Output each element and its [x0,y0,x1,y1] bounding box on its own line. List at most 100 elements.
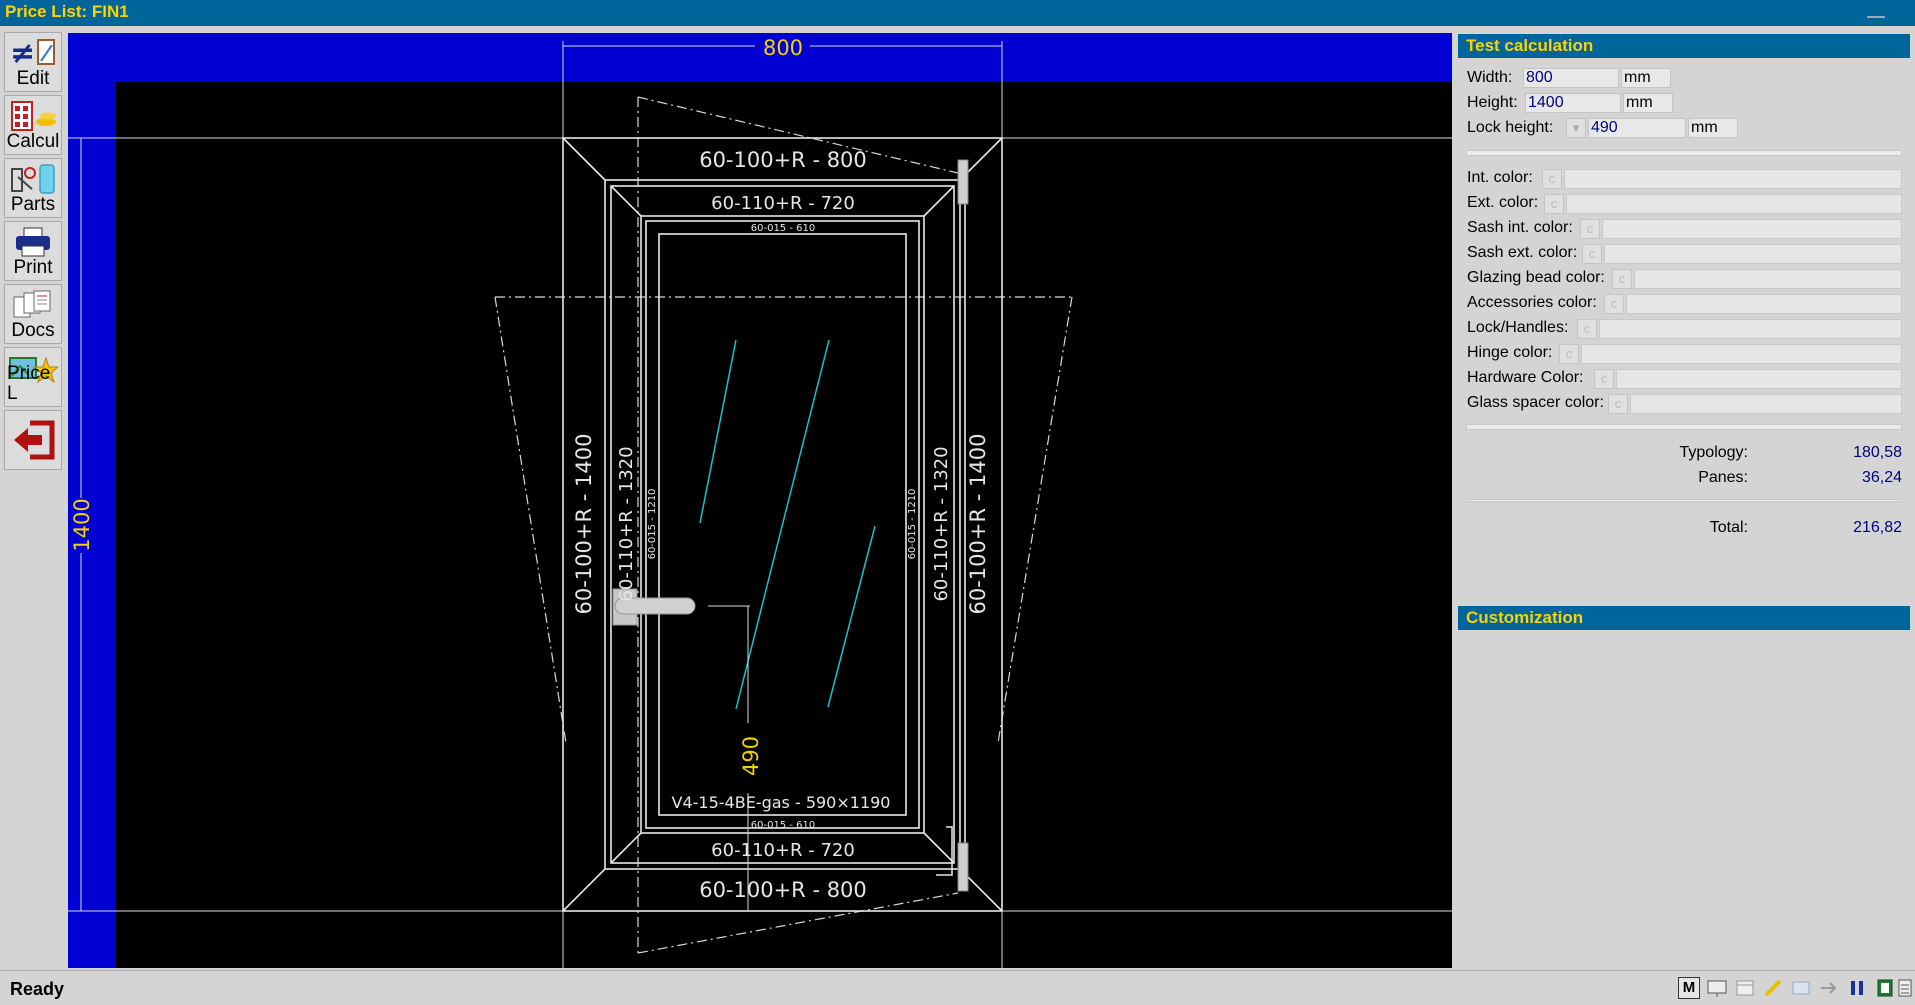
ext-color-field[interactable] [1566,194,1902,214]
parts-button[interactable]: Parts [4,158,62,218]
calculator-small-icon[interactable] [1896,977,1915,999]
customization-panel: Customization [1458,606,1910,962]
sash-int-color-label: Sash int. color: [1467,219,1573,236]
window-drawing: 800 1400 490 60-100+R - 800 60-100+R - 8… [68,36,1452,968]
test-calculation-panel: Test calculation Width: 800 mm Height: 1… [1458,34,1910,598]
hinge-color-field[interactable] [1581,344,1902,364]
edit-label: Edit [16,68,50,89]
glazing-bead-color-label: Glazing bead color: [1467,269,1605,286]
height-input[interactable]: 1400 [1525,93,1621,113]
lock-handles-label: Lock/Handles: [1467,319,1569,336]
lock-handles-picker[interactable]: c [1577,319,1597,339]
hinge-color-label: Hinge color: [1467,344,1553,361]
panes-value: 36,24 [1861,469,1902,486]
sash-right-label: 60-110+R - 1320 [931,446,952,601]
accessories-color-field[interactable] [1626,294,1902,314]
monitor-icon[interactable] [1706,977,1728,999]
calcul-button[interactable]: Calcul [4,95,62,155]
title-bar: Price List: FIN1 [0,0,1915,26]
glazing-bead-color-field[interactable] [1634,269,1902,289]
total-value: 216,82 [1853,519,1902,536]
int-color-label: Int. color: [1467,169,1533,186]
separator [1466,150,1902,156]
glass-spacer-color-label: Glass spacer color: [1467,394,1604,411]
separator [1466,499,1902,502]
edit-icon: ≠ [10,37,55,67]
calcul-label: Calcul [6,131,60,152]
separator [1466,424,1902,430]
width-label: Width: [1467,69,1513,86]
hardware-color-field[interactable] [1616,369,1902,389]
ext-color-picker[interactable]: c [1544,194,1564,214]
sash-int-color-field[interactable] [1602,219,1902,239]
sash-ext-color-label: Sash ext. color: [1467,244,1578,261]
glass-spacer-color-field[interactable] [1630,394,1902,414]
exit-icon [14,420,55,460]
total-label: Total: [1709,519,1748,536]
glazing-bead-color-picker[interactable]: c [1612,269,1632,289]
status-text: Ready [10,979,65,999]
window-title: Price List: FIN1 [5,2,129,21]
frame-top-label: 60-100+R - 800 [699,148,867,172]
int-color-picker[interactable]: c [1542,169,1562,189]
typology-label: Typology: [1679,444,1748,461]
price-list-label: Price L [7,363,51,404]
lock-height-dropdown-icon[interactable]: ▾ [1566,118,1586,138]
glass-spacer-color-picker[interactable]: c [1608,394,1628,414]
customization-header: Customization [1458,606,1910,630]
sash-left-label: 60-110+R - 1320 [616,446,637,601]
typology-value: 180,58 [1853,444,1902,461]
lock-height-input[interactable]: 490 [1588,118,1686,138]
calculator-icon [11,101,56,131]
panes-label: Panes: [1698,469,1748,486]
pause-icon[interactable] [1846,977,1868,999]
ext-color-label: Ext. color: [1467,194,1539,211]
sash-ext-color-picker[interactable]: c [1582,244,1602,264]
sash-bottom-label: 60-110+R - 720 [711,840,855,861]
width-unit: mm [1621,68,1671,88]
height-dimension: 1400 [70,498,94,551]
frame-left-label: 60-100+R - 1400 [572,434,596,615]
frame-bottom-label: 60-100+R - 800 [699,878,867,902]
arrow-icon[interactable] [1818,977,1840,999]
accessories-color-picker[interactable]: c [1604,294,1624,314]
int-color-field[interactable] [1564,169,1902,189]
sash-int-color-picker[interactable]: c [1580,219,1600,239]
width-input[interactable]: 800 [1523,68,1619,88]
pencil-icon[interactable] [1762,977,1784,999]
exit-button[interactable] [4,410,62,470]
lock-handles-field[interactable] [1599,319,1902,339]
m-mode-button[interactable]: M [1678,977,1700,999]
left-toolbar: ≠ Edit Calcul Parts Print Docs Price L [0,26,68,970]
status-bar: Ready M [0,970,1915,1005]
bead-bottom-label: 60-015 - 610 [751,820,815,831]
width-dimension: 800 [763,36,803,60]
lock-height-unit: mm [1688,118,1738,138]
hardware-color-picker[interactable]: c [1594,369,1614,389]
parts-label: Parts [10,194,56,215]
lock-height-dimension: 490 [739,736,763,776]
hinge-color-picker[interactable]: c [1559,344,1579,364]
lock-height-label: Lock height: [1467,119,1554,136]
glass-label: V4-15-4BE-gas - 590×1190 [672,793,891,812]
book-icon[interactable] [1874,977,1896,999]
print-label: Print [13,257,53,278]
edit-button[interactable]: ≠ Edit [4,32,62,92]
test-calculation-header: Test calculation [1458,34,1910,58]
frame-right-label: 60-100+R - 1400 [966,434,990,615]
print-button[interactable]: Print [4,221,62,281]
svg-text:≠: ≠ [10,37,35,67]
height-label: Height: [1467,94,1518,111]
documents-icon [13,290,51,318]
height-unit: mm [1623,93,1673,113]
screen-icon[interactable] [1790,977,1812,999]
docs-button[interactable]: Docs [4,284,62,344]
minimize-icon[interactable] [1867,16,1885,28]
drawing-canvas[interactable]: 800 1400 490 60-100+R - 800 60-100+R - 8… [68,33,1452,968]
price-list-button[interactable]: Price L [4,347,62,407]
bead-left-label: 60-015 - 1210 [647,489,658,560]
docs-label: Docs [11,320,55,341]
window-icon[interactable] [1734,977,1756,999]
parts-icon [11,164,55,194]
sash-ext-color-field[interactable] [1604,244,1902,264]
